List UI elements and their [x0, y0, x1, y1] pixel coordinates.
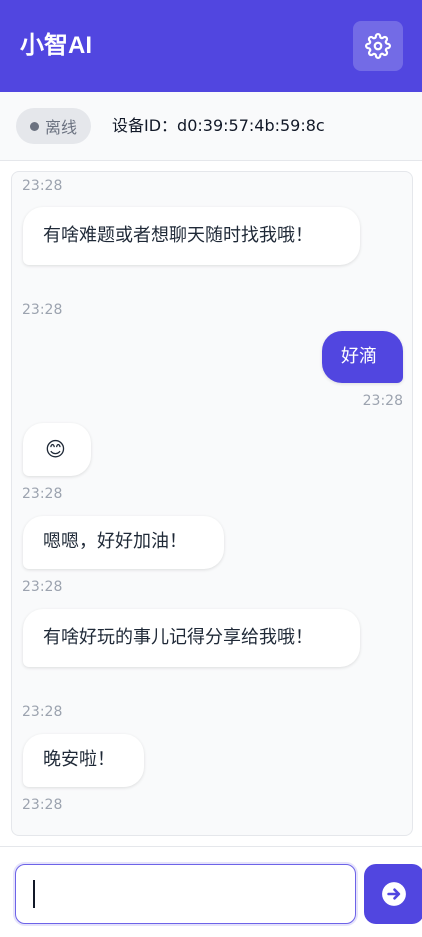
- connection-status-badge: 离线: [16, 108, 91, 144]
- ai-message: 有啥好玩的事儿记得分享给我哦！: [23, 609, 360, 667]
- status-bar: 离线 设备ID：d0:39:57:4b:59:8c: [0, 92, 422, 161]
- ai-message: 有啥难题或者想聊天随时找我哦！: [23, 207, 360, 265]
- gear-icon: [365, 33, 391, 59]
- chat-app: 小智AI 离线 设备ID：d0:39:57:4b:59:8c 23:28 有啥难…: [0, 0, 422, 937]
- message-timestamp: 23:28: [22, 486, 63, 502]
- connection-status-label: 离线: [44, 118, 77, 137]
- status-dot-icon: [29, 121, 39, 131]
- ai-message: 晚安啦！: [23, 734, 144, 787]
- message-timestamp: 23:28: [22, 579, 63, 595]
- text-caret: [33, 880, 35, 908]
- app-title: 小智AI: [20, 32, 92, 59]
- message-list[interactable]: 23:28 有啥难题或者想聊天随时找我哦！ 23:28 好滴 23:28 😊 2…: [11, 171, 413, 836]
- user-message: 好滴: [322, 331, 403, 383]
- message-timestamp: 23:28: [22, 178, 63, 194]
- ai-message: 😊: [23, 423, 91, 476]
- settings-button[interactable]: [353, 21, 403, 71]
- arrow-right-circle-icon: [382, 882, 406, 906]
- message-timestamp: 23:28: [362, 393, 403, 409]
- send-button[interactable]: [364, 864, 422, 924]
- ai-message: 嗯嗯，好好加油！: [23, 516, 224, 569]
- message-timestamp: 23:28: [22, 704, 63, 720]
- app-header: 小智AI: [0, 0, 422, 92]
- device-id: 设备ID：d0:39:57:4b:59:8c: [112, 116, 325, 135]
- message-input[interactable]: [15, 864, 356, 924]
- message-composer: [0, 846, 422, 937]
- message-timestamp: 23:28: [22, 797, 63, 813]
- message-timestamp: 23:28: [22, 302, 63, 318]
